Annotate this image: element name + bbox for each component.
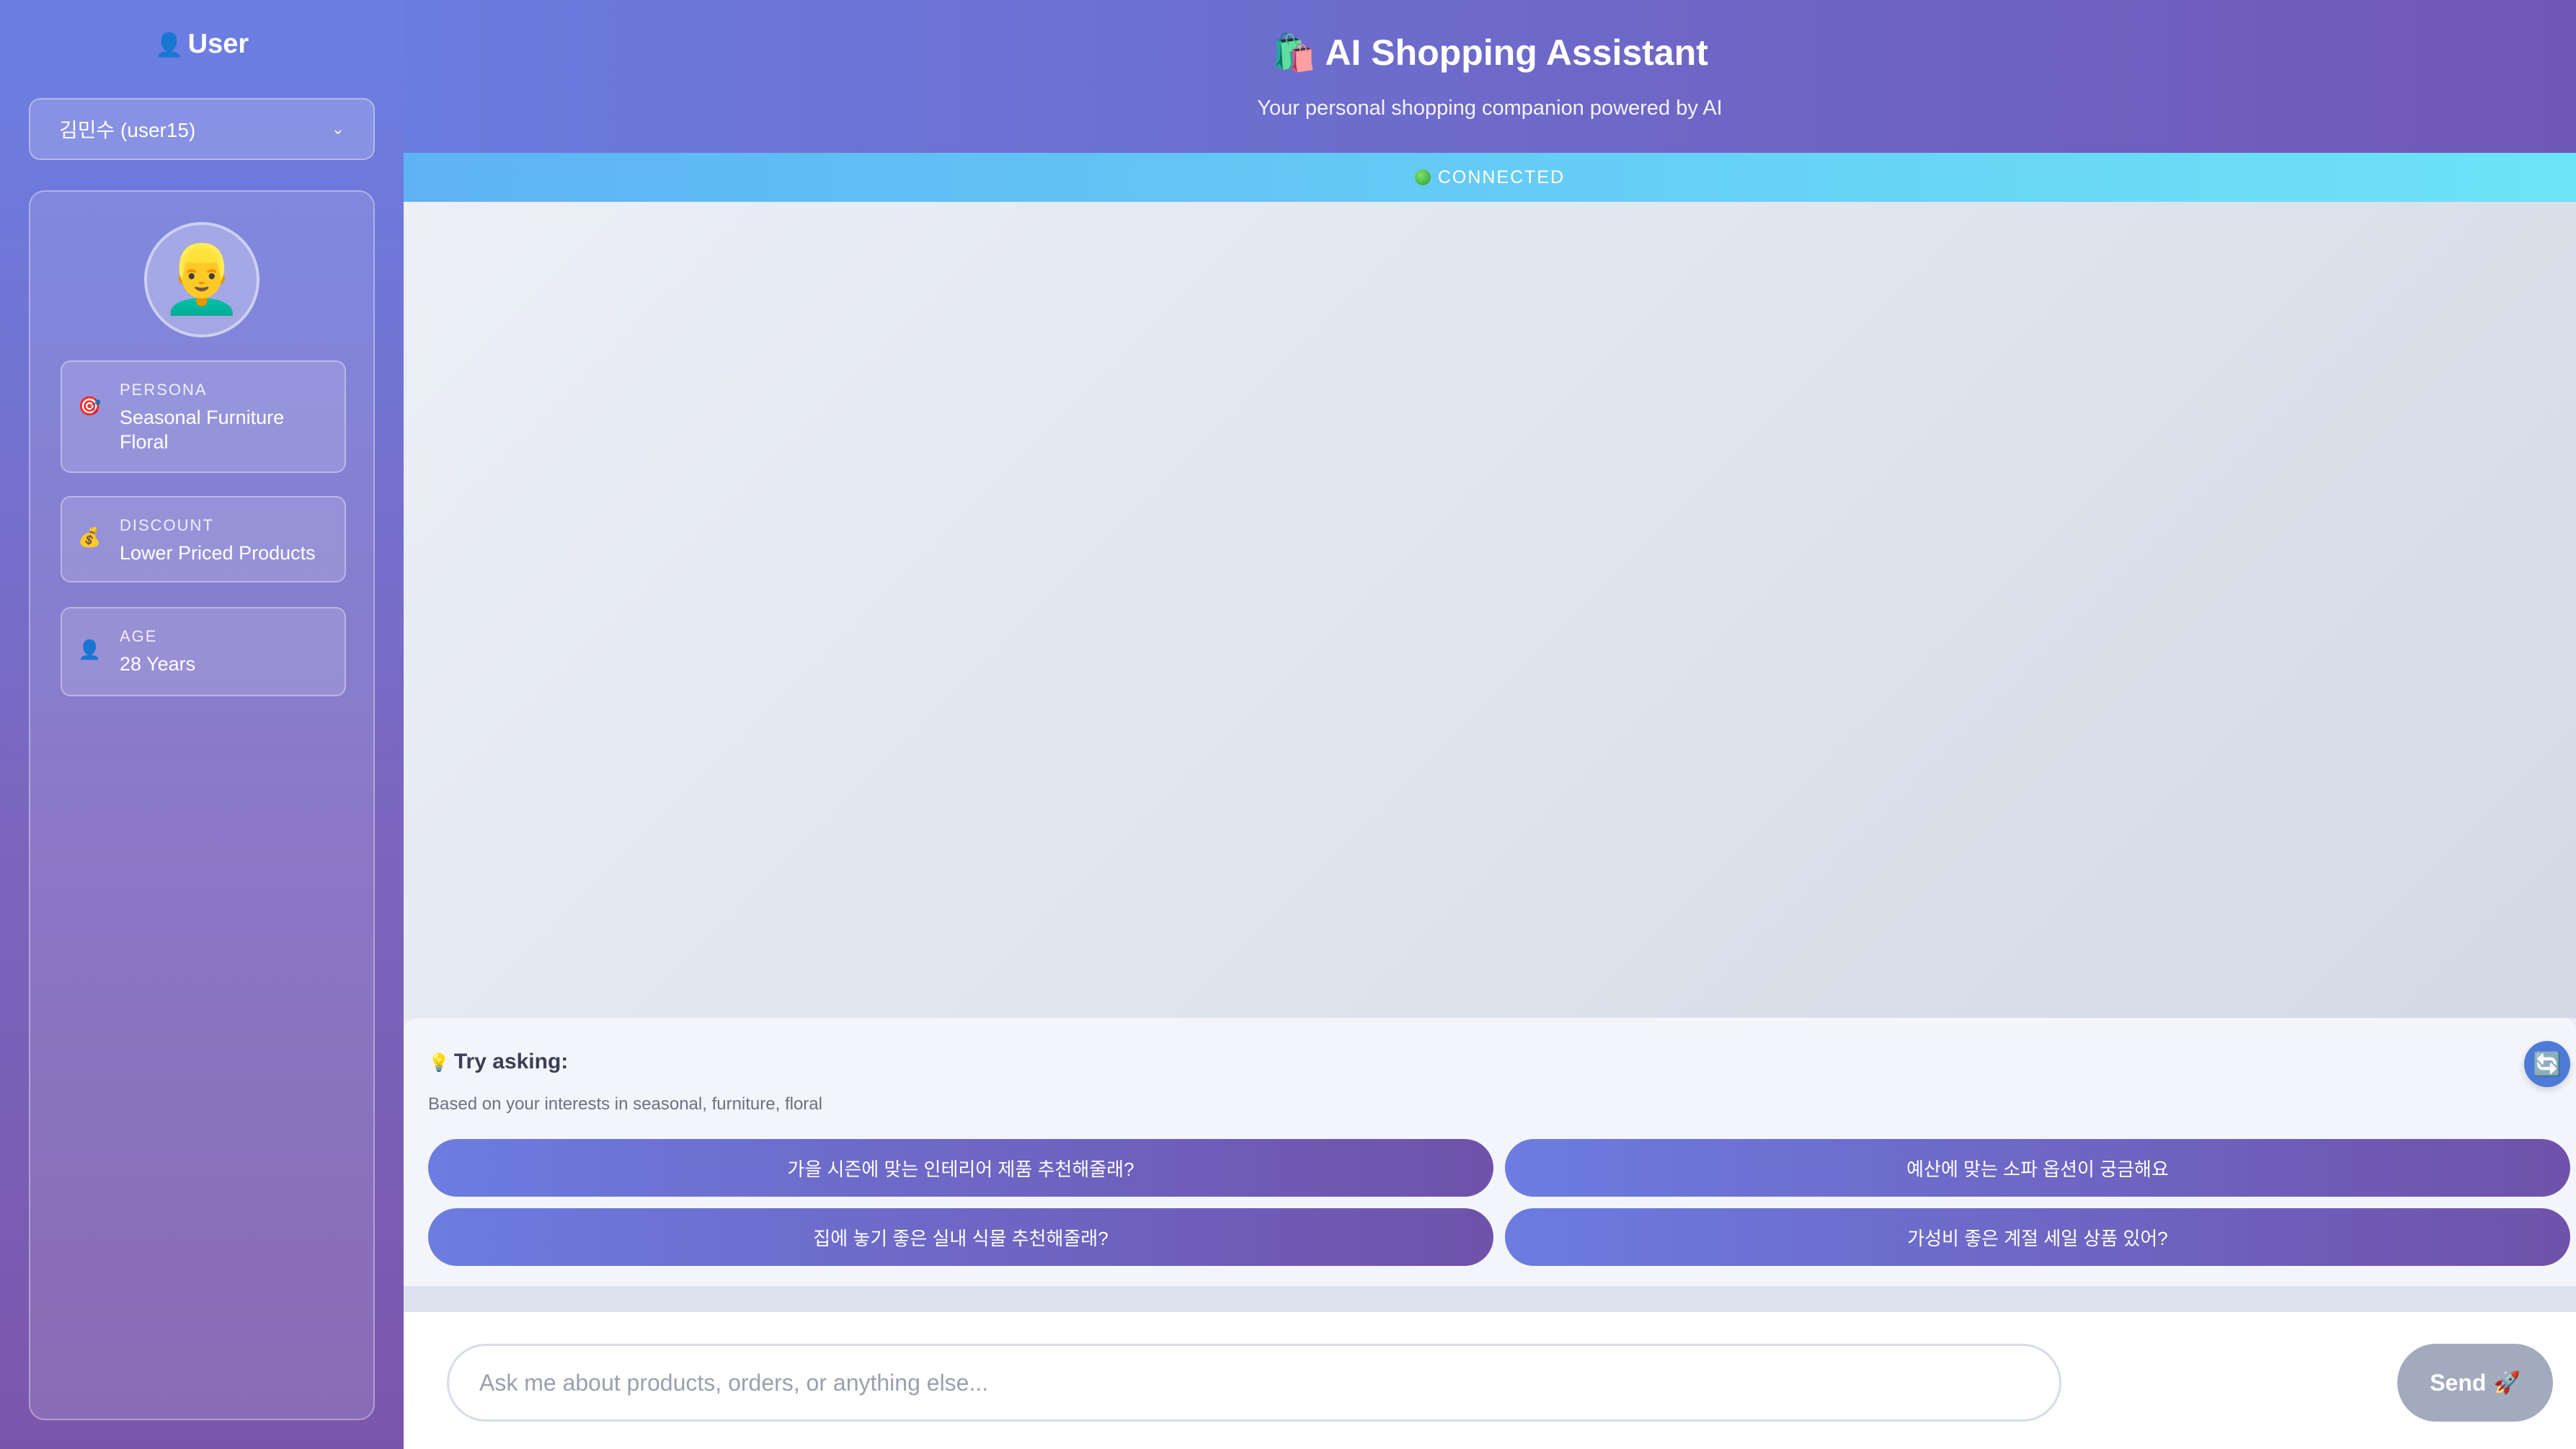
target-icon: 🎯 bbox=[78, 395, 102, 417]
suggestion-chip-label: 가을 시즌에 맞는 인테리어 제품 추천해줄래? bbox=[787, 1158, 1134, 1180]
page-title-text: AI Shopping Assistant bbox=[1325, 32, 1708, 73]
sidebar-title: 👤 User bbox=[0, 29, 404, 60]
suggestions-subtitle: Based on your interests in seasonal, fur… bbox=[428, 1094, 822, 1114]
chat-input[interactable] bbox=[447, 1344, 2061, 1422]
suggestion-chip-label: 집에 놓기 좋은 실내 식물 추천해줄래? bbox=[813, 1227, 1109, 1249]
discount-card: 💰 DISCOUNT Lower Priced Products bbox=[61, 496, 346, 582]
suggestion-chip[interactable]: 가성비 좋은 계절 세일 상품 있어? bbox=[1505, 1208, 2570, 1266]
refresh-icon: 🔄 bbox=[2533, 1051, 2562, 1077]
suggestions-title: 💡 Try asking: bbox=[428, 1050, 568, 1074]
age-card: 👤 AGE 28 Years bbox=[61, 607, 346, 696]
status-text: CONNECTED bbox=[1437, 167, 1565, 187]
age-label: AGE bbox=[120, 627, 158, 645]
user-select-value: 김민수 (user15) bbox=[59, 119, 196, 141]
avatar: 👱‍♂️ bbox=[144, 222, 259, 337]
suggestion-chip-label: 가성비 좋은 계절 세일 상품 있어? bbox=[1907, 1227, 2168, 1249]
suggestions-panel: 💡 Try asking: Based on your interests in … bbox=[404, 1018, 2576, 1286]
persona-card: 🎯 PERSONA Seasonal Furniture Floral bbox=[61, 360, 346, 473]
app-header: 🛍️ AI Shopping Assistant Your personal s… bbox=[404, 0, 2576, 153]
money-bag-icon: 💰 bbox=[78, 526, 102, 548]
rocket-icon: 🚀 bbox=[2493, 1370, 2521, 1395]
persona-label: PERSONA bbox=[120, 381, 208, 399]
user-select[interactable]: 김민수 (user15) ⌄ bbox=[29, 98, 375, 160]
refresh-suggestions-button[interactable]: 🔄 bbox=[2524, 1041, 2570, 1087]
suggestion-chip-label: 예산에 맞는 소파 옵션이 궁금해요 bbox=[1906, 1158, 2169, 1180]
person-icon: 👤 bbox=[78, 639, 102, 660]
suggestions-title-text: Try asking: bbox=[453, 1050, 569, 1073]
sidebar: 👤 User 김민수 (user15) ⌄ 👱‍♂️ 🎯 PERSONA Seas… bbox=[0, 0, 404, 1449]
lightbulb-icon: 💡 bbox=[428, 1053, 450, 1073]
shopping-bags-icon: 🛍️ bbox=[1271, 32, 1317, 73]
persona-value: Seasonal Furniture Floral bbox=[120, 407, 285, 453]
page-subtitle: Your personal shopping companion powered… bbox=[1257, 97, 1723, 120]
age-value: 28 Years bbox=[120, 653, 196, 675]
send-button-label: Send bbox=[2430, 1369, 2487, 1396]
chat-input-bar: Send🚀 bbox=[404, 1312, 2576, 1449]
suggestion-chip[interactable]: 예산에 맞는 소파 옵션이 궁금해요 bbox=[1505, 1139, 2570, 1197]
chat-messages-area[interactable] bbox=[404, 202, 2576, 1018]
divider bbox=[404, 1286, 2576, 1312]
suggestion-chip[interactable]: 집에 놓기 좋은 실내 식물 추천해줄래? bbox=[428, 1208, 1493, 1266]
chevron-down-icon: ⌄ bbox=[331, 120, 345, 138]
sidebar-title-text: User bbox=[187, 29, 249, 59]
send-button[interactable]: Send 🚀 bbox=[2397, 1344, 2553, 1422]
discount-label: DISCOUNT bbox=[120, 516, 214, 534]
connection-status-bar: CONNECTED bbox=[404, 153, 2576, 202]
status-dot-icon bbox=[1414, 169, 1431, 185]
user-icon: 👤 bbox=[154, 32, 184, 58]
suggestion-chip[interactable]: 가을 시즌에 맞는 인테리어 제품 추천해줄래? bbox=[428, 1139, 1493, 1197]
page-title: 🛍️ AI Shopping Assistant bbox=[404, 32, 2576, 74]
profile-card: 👱‍♂️ 🎯 PERSONA Seasonal Furniture Floral… bbox=[29, 190, 375, 1420]
discount-value: Lower Priced Products bbox=[120, 542, 316, 564]
